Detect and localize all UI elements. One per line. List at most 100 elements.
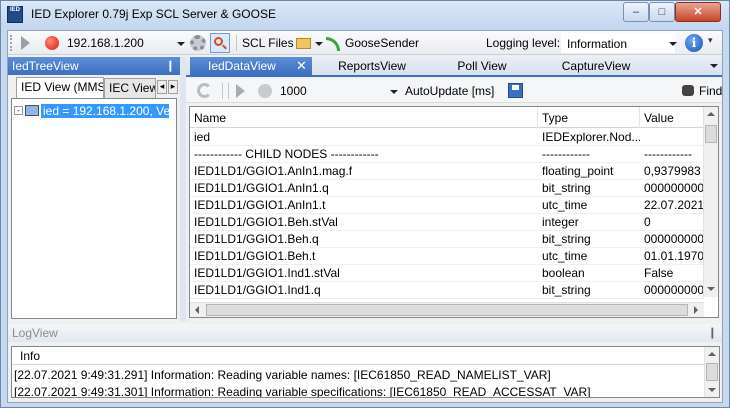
goose-sender-button[interactable]: GooseSender bbox=[345, 36, 419, 50]
interval-combo[interactable]: 1000 bbox=[280, 84, 307, 98]
tab-capture-view[interactable]: CaptureView bbox=[546, 57, 646, 75]
tab-menu-icon[interactable] bbox=[710, 64, 718, 68]
interval-dropdown-arrow-icon[interactable] bbox=[390, 90, 398, 94]
tab-scroll-left-icon[interactable]: ◂ bbox=[157, 80, 167, 94]
logging-level-select[interactable]: Information bbox=[561, 33, 675, 53]
discover-button[interactable] bbox=[210, 33, 230, 53]
log-line[interactable]: [22.07.2021 9:49:31.301] Information: Re… bbox=[14, 385, 591, 397]
binoculars-icon[interactable] bbox=[682, 85, 694, 96]
column-header-value[interactable]: Value bbox=[640, 107, 704, 128]
cell-type: boolean bbox=[542, 266, 585, 280]
pin-icon[interactable]: ❙ bbox=[708, 326, 717, 339]
collapse-icon[interactable]: - bbox=[14, 106, 23, 116]
cell-name: IED1LD1/GGIO1.AnIn1.t bbox=[194, 198, 326, 212]
app-window: IED IED Explorer 0.79j Exp SCL Server & … bbox=[0, 0, 730, 408]
tab-ied-data-view[interactable]: IedDataView ✕ bbox=[190, 57, 312, 75]
search-icon-handle bbox=[222, 44, 227, 50]
cell-type: floating_point bbox=[542, 164, 614, 178]
info-icon[interactable]: i bbox=[685, 34, 703, 52]
table-row[interactable]: IED1LD1/GGIO1.AnIn1.mag.f floating_point… bbox=[190, 163, 704, 180]
table-row[interactable]: ------------ CHILD NODES ------------ --… bbox=[190, 146, 704, 163]
scrollbar-thumb[interactable] bbox=[206, 304, 688, 316]
ip-address-combo[interactable]: 192.168.1.200 bbox=[67, 36, 144, 50]
grid-vertical-scrollbar[interactable] bbox=[703, 107, 718, 297]
cell-name: IED1LD1/GGIO1.Beh.stVal bbox=[194, 215, 338, 229]
play-icon[interactable] bbox=[236, 84, 245, 98]
scl-dropdown-arrow-icon[interactable] bbox=[315, 42, 323, 46]
grid-horizontal-scrollbar[interactable] bbox=[190, 302, 704, 317]
ied-tree: - ied = 192.168.1.200, Vendor bbox=[11, 98, 177, 319]
scrollbar-thumb[interactable] bbox=[706, 363, 718, 381]
cell-name: ied bbox=[194, 130, 211, 144]
cell-type: bit_string bbox=[542, 181, 591, 195]
table-row[interactable]: IED1LD1/GGIO1.Ind1.stVal boolean False bbox=[190, 265, 704, 282]
toolbar-overflow-icon[interactable]: ▾ bbox=[708, 35, 713, 46]
tab-scroll-right-icon[interactable]: ▸ bbox=[168, 80, 178, 94]
cell-type: bit_string bbox=[542, 283, 591, 297]
table-row[interactable]: IED1LD1/GGIO1.Ind1.q bit_string 00000000… bbox=[190, 282, 704, 299]
cell-name: IED1LD1/GGIO1.Beh.q bbox=[194, 232, 319, 246]
document-tabs: IedDataView ✕ ReportsView Poll View Capt… bbox=[186, 57, 722, 77]
ied-tree-panel: IedTreeView ❙ IED View (MMS) IEC View ◂ … bbox=[8, 57, 180, 321]
tab-reports-view[interactable]: ReportsView bbox=[320, 57, 424, 75]
scroll-left-icon[interactable] bbox=[195, 306, 199, 314]
data-toolbar: 1000 AutoUpdate [ms] Find bbox=[186, 79, 722, 103]
refresh-icon[interactable] bbox=[197, 83, 212, 98]
toolbar-separator bbox=[228, 83, 229, 99]
stop-icon[interactable] bbox=[258, 84, 272, 98]
scroll-right-icon[interactable] bbox=[694, 306, 698, 314]
cell-name: ------------ CHILD NODES ------------ bbox=[194, 147, 379, 161]
scl-files-label[interactable]: SCL Files bbox=[242, 36, 294, 50]
main-toolbar: 192.168.1.200 SCL Files GooseSender Logg… bbox=[8, 31, 722, 55]
toolbar-separator bbox=[222, 83, 223, 99]
column-header-type[interactable]: Type bbox=[538, 107, 640, 128]
tab-ied-view-mms[interactable]: IED View (MMS) bbox=[16, 77, 104, 98]
scroll-up-icon[interactable] bbox=[707, 112, 715, 116]
cell-type: utc_time bbox=[542, 249, 588, 263]
table-row[interactable]: IED1LD1/GGIO1.Beh.q bit_string 000000000… bbox=[190, 231, 704, 248]
logging-dropdown-arrow-icon[interactable] bbox=[669, 42, 677, 46]
save-icon[interactable] bbox=[508, 83, 523, 98]
log-line[interactable]: [22.07.2021 9:49:31.291] Information: Re… bbox=[14, 368, 551, 382]
tab-poll-view[interactable]: Poll View bbox=[440, 57, 524, 75]
cell-name: IED1LD1/GGIO1.Ind1.stVal bbox=[194, 266, 340, 280]
column-header-name[interactable]: Name bbox=[190, 107, 538, 128]
window-title: IED Explorer 0.79j Exp SCL Server & GOOS… bbox=[31, 7, 276, 21]
maximize-button[interactable]: □ bbox=[649, 2, 675, 22]
data-view-panel: IedDataView ✕ ReportsView Poll View Capt… bbox=[186, 57, 722, 321]
cell-value: 0000000000 bbox=[644, 232, 704, 246]
table-row[interactable]: IED1LD1/GGIO1.AnIn1.q bit_string 0000000… bbox=[190, 180, 704, 197]
folder-icon[interactable] bbox=[296, 38, 311, 49]
pin-icon[interactable]: ❙ bbox=[166, 59, 175, 72]
cell-value: 22.07.2021 9 bbox=[644, 198, 704, 212]
find-button[interactable]: Find bbox=[699, 84, 722, 98]
toolbar-grip[interactable] bbox=[10, 35, 13, 51]
close-button[interactable]: ✕ bbox=[675, 2, 721, 22]
table-row[interactable]: IED1LD1/GGIO1.Beh.stVal integer 0 bbox=[190, 214, 704, 231]
log-vertical-scrollbar[interactable] bbox=[704, 347, 719, 397]
app-icon: IED bbox=[7, 6, 23, 23]
table-row[interactable]: IED1LD1/GGIO1.AnIn1.t utc_time 22.07.202… bbox=[190, 197, 704, 214]
scroll-down-icon[interactable] bbox=[707, 287, 715, 291]
minimize-button[interactable]: – bbox=[623, 2, 649, 22]
table-row[interactable]: IED1LD1/GGIO1.Beh.t utc_time 01.01.1970 … bbox=[190, 248, 704, 265]
tree-node-label[interactable]: ied = 192.168.1.200, Vendor bbox=[41, 103, 169, 118]
scroll-down-icon[interactable] bbox=[708, 388, 716, 392]
ip-dropdown-arrow-icon[interactable] bbox=[177, 42, 185, 46]
play-icon[interactable] bbox=[21, 36, 30, 50]
cell-value: 0000000000 bbox=[644, 181, 704, 195]
tree-node-ied[interactable]: - ied = 192.168.1.200, Vendor bbox=[14, 103, 169, 119]
client-area: 192.168.1.200 SCL Files GooseSender Logg… bbox=[7, 30, 723, 403]
close-tab-icon[interactable]: ✕ bbox=[296, 58, 307, 74]
title-bar[interactable]: IED IED Explorer 0.79j Exp SCL Server & … bbox=[1, 1, 729, 29]
gear-icon[interactable] bbox=[190, 35, 206, 51]
scroll-up-icon[interactable] bbox=[708, 352, 716, 356]
scrollbar-thumb[interactable] bbox=[705, 125, 717, 143]
table-row[interactable]: ied IEDExplorer.Nod... bbox=[190, 129, 704, 146]
cell-type: IEDExplorer.Nod... bbox=[542, 130, 640, 144]
ied-tree-title: IedTreeView bbox=[12, 59, 79, 73]
connect-icon[interactable] bbox=[45, 36, 59, 50]
log-column-header[interactable]: Info bbox=[12, 347, 705, 365]
tab-iec-view[interactable]: IEC View bbox=[104, 78, 156, 98]
toolbar-separator bbox=[236, 35, 237, 51]
